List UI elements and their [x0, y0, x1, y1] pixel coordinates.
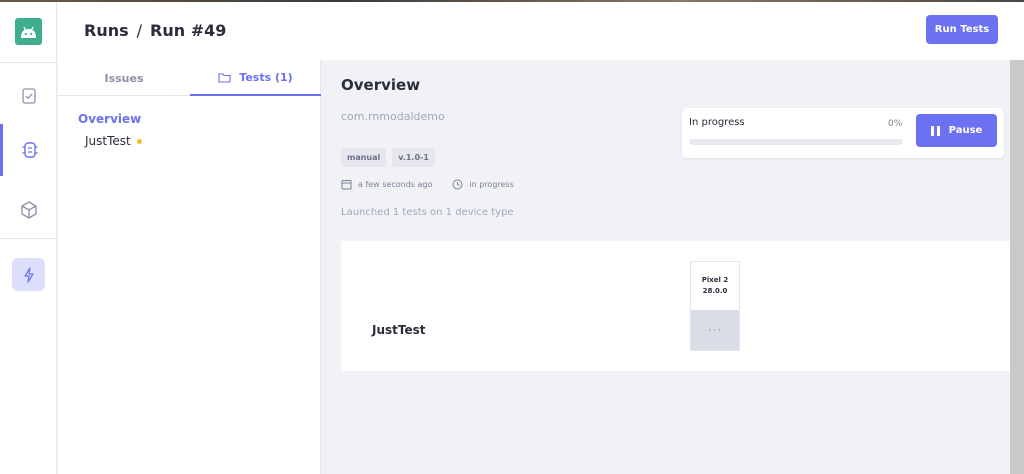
device-header: Pixel 2 28.0.0: [691, 262, 739, 310]
progress-card: In progress 0% Pause: [682, 108, 1004, 158]
breadcrumb-separator: /: [136, 21, 143, 40]
left-rail: [0, 2, 57, 474]
device-column: Pixel 2 28.0.0 ···: [690, 261, 740, 351]
device-name: Pixel 2: [701, 276, 729, 284]
clock-icon: [452, 179, 463, 190]
run-tests-button[interactable]: Run Tests: [926, 15, 998, 44]
tab-tests-label: Tests (1): [239, 70, 293, 84]
result-cell[interactable]: ···: [691, 310, 739, 350]
pause-label: Pause: [948, 125, 983, 136]
progress-percent: 0%: [888, 119, 903, 129]
tree-overview[interactable]: Overview: [78, 112, 141, 126]
lightning-icon: [23, 266, 34, 283]
tree-item-justtest[interactable]: JustTest: [85, 134, 142, 148]
pause-icon: [930, 125, 940, 136]
run-time: a few seconds ago: [358, 180, 433, 189]
rail-divider: [0, 238, 57, 239]
results-matrix: JustTest Pixel 2 28.0.0 ···: [341, 241, 1010, 371]
page-title: Overview: [341, 76, 421, 94]
calendar-icon: [341, 180, 352, 190]
checklist-icon: [21, 88, 36, 104]
top-header: Runs / Run #49 Run Tests: [57, 2, 1024, 60]
package-name: com.rnmodaldemo: [341, 110, 445, 123]
test-name[interactable]: JustTest: [372, 323, 426, 337]
status-dot: [136, 138, 142, 144]
tag-type: manual: [341, 148, 387, 167]
rail-divider: [0, 62, 57, 63]
nav-quick-action[interactable]: [12, 258, 45, 291]
run-status: in progress: [469, 180, 514, 189]
breadcrumb-current: Run #49: [150, 21, 227, 40]
tab-issues[interactable]: Issues: [58, 60, 190, 96]
nav-runs[interactable]: [0, 124, 57, 176]
cube-icon: [20, 201, 37, 219]
breadcrumb: Runs / Run #49: [84, 21, 226, 40]
nav-packages[interactable]: [0, 184, 57, 236]
pause-button[interactable]: Pause: [916, 114, 997, 147]
chip-icon: [22, 142, 38, 158]
tests-panel: Issues Tests (1) Overview JustTest: [58, 60, 321, 474]
device-version: 28.0.0: [702, 287, 728, 295]
main-content: Overview com.rnmodaldemo manual v.1.0-1 …: [321, 60, 1010, 474]
tree-item-label: JustTest: [85, 134, 131, 148]
breadcrumb-runs[interactable]: Runs: [84, 21, 129, 40]
progress-bar: [689, 139, 903, 145]
nav-checklist[interactable]: [0, 70, 57, 122]
progress-label: In progress: [689, 117, 745, 128]
scrollbar[interactable]: [1010, 60, 1024, 474]
launch-summary: Launched 1 tests on 1 device type: [341, 207, 514, 218]
tag-list: manual v.1.0-1: [341, 148, 435, 167]
folder-icon: [218, 72, 231, 83]
tab-tests[interactable]: Tests (1): [190, 60, 321, 96]
panel-tabs: Issues Tests (1): [58, 60, 321, 96]
android-logo-icon[interactable]: [15, 18, 42, 45]
tag-version: v.1.0-1: [392, 148, 435, 167]
run-meta: a few seconds ago in progress: [341, 179, 514, 190]
tab-issues-label: Issues: [104, 71, 144, 85]
